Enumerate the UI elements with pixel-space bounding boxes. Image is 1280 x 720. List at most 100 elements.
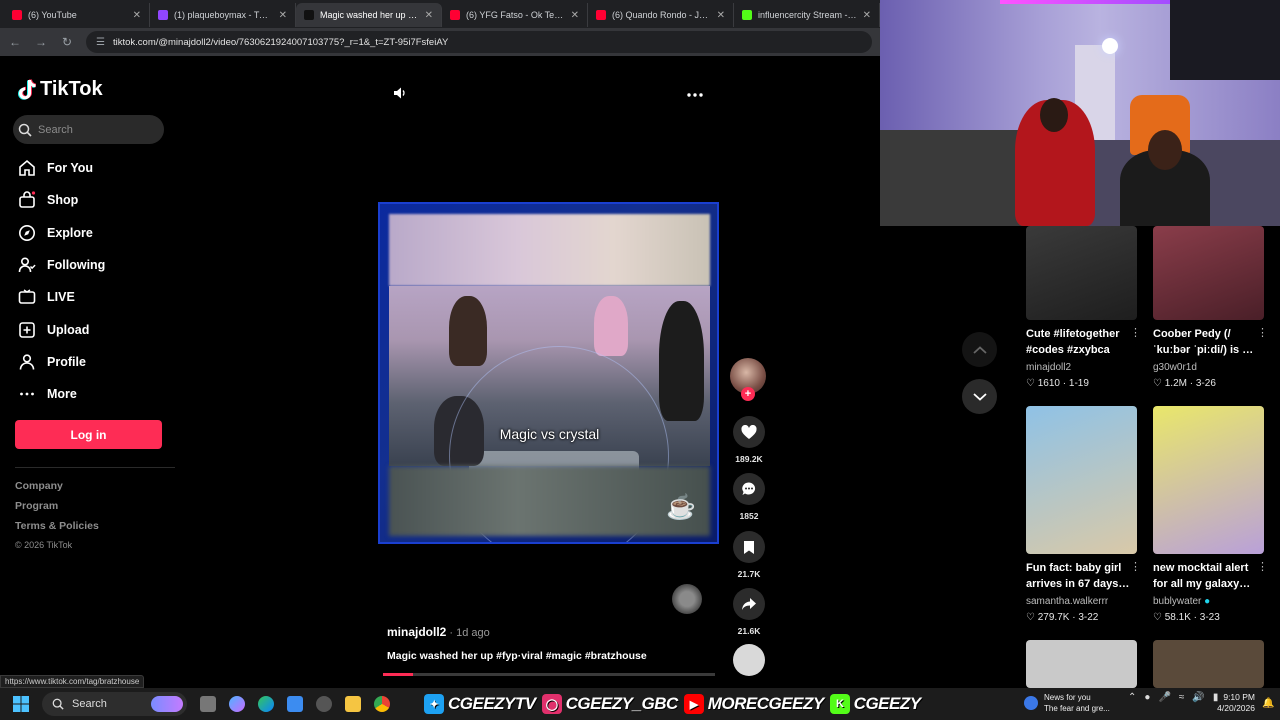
- video-player[interactable]: Magic vs crystal ☕: [378, 202, 719, 544]
- drag-handle-icon[interactable]: [672, 584, 702, 614]
- folder-icon[interactable]: [341, 692, 365, 716]
- bookmark-icon: [733, 531, 765, 563]
- video-progress-bar[interactable]: [383, 673, 715, 676]
- close-icon[interactable]: ✕: [279, 10, 287, 21]
- close-icon[interactable]: ✕: [717, 10, 725, 21]
- browser-tab[interactable]: (6) Quando Rondo - Jakiyah ✕: [588, 3, 734, 27]
- footer-link-terms[interactable]: Terms & Policies: [15, 520, 99, 540]
- browser-tab[interactable]: influencercity Stream - Watc ✕: [734, 3, 880, 27]
- record-icon[interactable]: ●: [1144, 692, 1150, 703]
- wifi-icon[interactable]: ≈: [1179, 692, 1185, 703]
- sidebar-nav: For You Shop Explore Following LIVE Uplo…: [17, 152, 177, 410]
- sidebar-item-shop[interactable]: Shop: [17, 184, 177, 216]
- more-options-icon[interactable]: ⋮: [1257, 560, 1268, 573]
- edge-icon[interactable]: [254, 692, 278, 716]
- like-button[interactable]: 189.2K: [732, 416, 766, 464]
- notification-bell-icon[interactable]: 🔔: [1262, 698, 1274, 709]
- copilot-icon[interactable]: [225, 692, 249, 716]
- live-icon: [17, 287, 37, 307]
- search-input[interactable]: Search: [13, 115, 164, 144]
- instagram-icon: ◯: [541, 694, 562, 714]
- follow-plus-icon[interactable]: +: [741, 387, 755, 401]
- reload-icon[interactable]: ↻: [60, 35, 74, 49]
- heart-outline-icon: ♡: [1153, 378, 1162, 389]
- sidebar-item-label: Following: [47, 258, 106, 273]
- settings-icon[interactable]: [312, 692, 336, 716]
- profile-icon: [17, 352, 37, 372]
- share-button[interactable]: 21.6K: [732, 588, 766, 636]
- video-description[interactable]: Magic washed her up #fyp·viral #magic #b…: [387, 650, 647, 662]
- sidebar-item-profile[interactable]: Profile: [17, 346, 177, 378]
- previous-video-button[interactable]: [962, 332, 997, 367]
- video-thumbnail[interactable]: [1026, 226, 1137, 320]
- video-person: [594, 296, 628, 356]
- sidebar-item-label: For You: [47, 161, 94, 176]
- more-options-icon[interactable]: [687, 85, 703, 103]
- more-options-icon[interactable]: ⋮: [1130, 560, 1141, 573]
- url-field[interactable]: ☰ tiktok.com/@minajdoll2/video/763062192…: [86, 31, 872, 53]
- card-title[interactable]: Cute #lifetogether #codes #zxybca: [1026, 326, 1138, 358]
- sidebar-item-live[interactable]: LIVE: [17, 281, 177, 313]
- video-thumbnail[interactable]: [1153, 640, 1264, 688]
- music-disc-icon[interactable]: [733, 644, 765, 676]
- footer-link-program[interactable]: Program: [15, 500, 99, 520]
- forward-icon[interactable]: →: [34, 35, 48, 49]
- upload-icon: [17, 320, 37, 340]
- video-frame: Magic vs crystal ☕: [389, 214, 710, 542]
- clock-date: 4/20/2026: [1217, 703, 1255, 713]
- video-author[interactable]: minajdoll2 · 1d ago: [387, 625, 490, 639]
- tiktok-logo[interactable]: TikTok: [18, 78, 103, 101]
- video-thumbnail[interactable]: [1026, 406, 1137, 554]
- sidebar-divider: [15, 467, 175, 468]
- more-options-icon[interactable]: ⋮: [1257, 326, 1268, 339]
- video-thumbnail[interactable]: [1153, 226, 1264, 320]
- sidebar-item-more[interactable]: More: [17, 378, 177, 410]
- speaker-icon[interactable]: 🔊: [1192, 692, 1204, 703]
- card-title[interactable]: Coober Pedy (/ ˈkuːbər ˈpiːdi/) is …: [1153, 326, 1265, 358]
- chevron-up-icon[interactable]: ⌃: [1128, 692, 1136, 703]
- browser-tab[interactable]: (1) plaqueboymax - Twitch ✕: [150, 3, 296, 27]
- comment-button[interactable]: 1852: [732, 473, 766, 521]
- webcam-overlay: [880, 0, 1280, 226]
- close-icon[interactable]: ✕: [571, 10, 579, 21]
- footer-link-company[interactable]: Company: [15, 480, 99, 500]
- mic-icon[interactable]: 🎤: [1158, 692, 1170, 703]
- more-options-icon[interactable]: ⋮: [1130, 326, 1141, 339]
- card-user[interactable]: samantha.walkerrr: [1026, 596, 1108, 607]
- task-view-icon[interactable]: [196, 692, 220, 716]
- sidebar-item-upload[interactable]: Upload: [17, 313, 177, 345]
- windows-start-icon[interactable]: [0, 696, 42, 712]
- sidebar-item-for-you[interactable]: For You: [17, 152, 177, 184]
- save-button[interactable]: 21.7K: [732, 531, 766, 579]
- news-icon: [1024, 696, 1038, 710]
- sidebar-item-following[interactable]: Following: [17, 249, 177, 281]
- chrome-icon[interactable]: [370, 692, 394, 716]
- store-icon[interactable]: [283, 692, 307, 716]
- sidebar-item-explore[interactable]: Explore: [17, 217, 177, 249]
- browser-tab[interactable]: (6) YFG Fatso - Ok Teaze (Of ✕: [442, 3, 588, 27]
- taskbar-search[interactable]: Search: [42, 692, 187, 716]
- taskbar-clock[interactable]: 9:10 PM 4/20/2026: [1205, 692, 1255, 714]
- video-thumbnail[interactable]: [1026, 640, 1137, 688]
- close-icon[interactable]: ✕: [425, 10, 433, 21]
- cam-lamp: [1102, 38, 1118, 54]
- video-thumbnail[interactable]: [1153, 406, 1264, 554]
- card-user[interactable]: minajdoll2: [1026, 362, 1071, 373]
- login-button[interactable]: Log in: [15, 420, 162, 449]
- close-icon[interactable]: ✕: [133, 10, 141, 21]
- card-title[interactable]: new mocktail alert for all my galaxy…: [1153, 560, 1265, 592]
- card-user[interactable]: g30w0r1d: [1153, 362, 1197, 373]
- news-widget[interactable]: News for you The fear and gre...: [1024, 692, 1110, 714]
- card-likes: 58.1K: [1164, 612, 1191, 623]
- next-video-button[interactable]: [962, 379, 997, 414]
- search-icon: [18, 123, 32, 137]
- browser-tab[interactable]: (6) YouTube ✕: [4, 3, 150, 27]
- clock-time: 9:10 PM: [1223, 692, 1255, 702]
- site-info-icon[interactable]: ☰: [96, 37, 105, 48]
- close-icon[interactable]: ✕: [863, 10, 871, 21]
- back-icon[interactable]: ←: [8, 35, 22, 49]
- card-title[interactable]: Fun fact: baby girl arrives in 67 days…: [1026, 560, 1138, 592]
- card-user[interactable]: bublywater ●: [1153, 596, 1210, 607]
- browser-tab[interactable]: Magic washed her up #fyp… ✕: [296, 3, 442, 27]
- volume-icon[interactable]: [392, 85, 408, 106]
